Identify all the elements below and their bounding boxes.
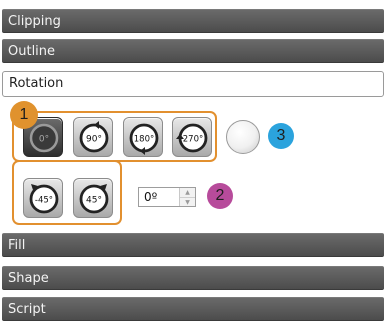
spin-down-icon[interactable]: ▼ bbox=[180, 197, 195, 207]
panel-header-clipping[interactable]: Clipping bbox=[2, 9, 384, 33]
angle-input[interactable]: 0º ▲ ▼ bbox=[138, 187, 196, 207]
rotate-minus-45-label: -45° bbox=[35, 196, 53, 206]
callout-1: 1 bbox=[10, 101, 38, 129]
rotate-90-label: 90° bbox=[86, 135, 102, 145]
rotate-45-icon: 45° bbox=[79, 184, 109, 214]
rotate-0-label: 0° bbox=[39, 135, 49, 145]
rotate-45-button[interactable]: 45° bbox=[73, 178, 113, 218]
rotate-180-button[interactable]: 180° bbox=[123, 117, 163, 157]
rotate-90-icon: 90° bbox=[79, 121, 109, 153]
panel-header-rotation[interactable]: Rotation bbox=[2, 71, 384, 97]
rotate-minus-45-icon: -45° bbox=[29, 184, 59, 214]
spin-up-icon[interactable]: ▲ bbox=[180, 188, 195, 197]
rotate-45-label: 45° bbox=[86, 196, 102, 206]
rotate-180-icon: 180° bbox=[129, 123, 159, 155]
panel-header-outline[interactable]: Outline bbox=[2, 39, 384, 63]
rotate-90-button[interactable]: 90° bbox=[73, 117, 113, 157]
callout-2: 2 bbox=[207, 183, 233, 209]
panel-header-shape[interactable]: Shape bbox=[2, 266, 384, 290]
rotate-180-label: 180° bbox=[134, 135, 154, 145]
rotate-270-button[interactable]: 270° bbox=[172, 117, 212, 157]
rotate-270-icon: 270° bbox=[176, 123, 208, 153]
callout-3: 3 bbox=[268, 123, 294, 149]
angle-input-value: 0º bbox=[144, 190, 158, 204]
rotation-dial[interactable] bbox=[226, 120, 260, 154]
rotate-270-label: 270° bbox=[183, 135, 203, 145]
angle-spinner[interactable]: ▲ ▼ bbox=[179, 188, 195, 206]
panel-header-script[interactable]: Script bbox=[2, 297, 384, 321]
panel-header-fill[interactable]: Fill bbox=[2, 233, 384, 257]
rotate-minus-45-button[interactable]: -45° bbox=[23, 178, 63, 218]
